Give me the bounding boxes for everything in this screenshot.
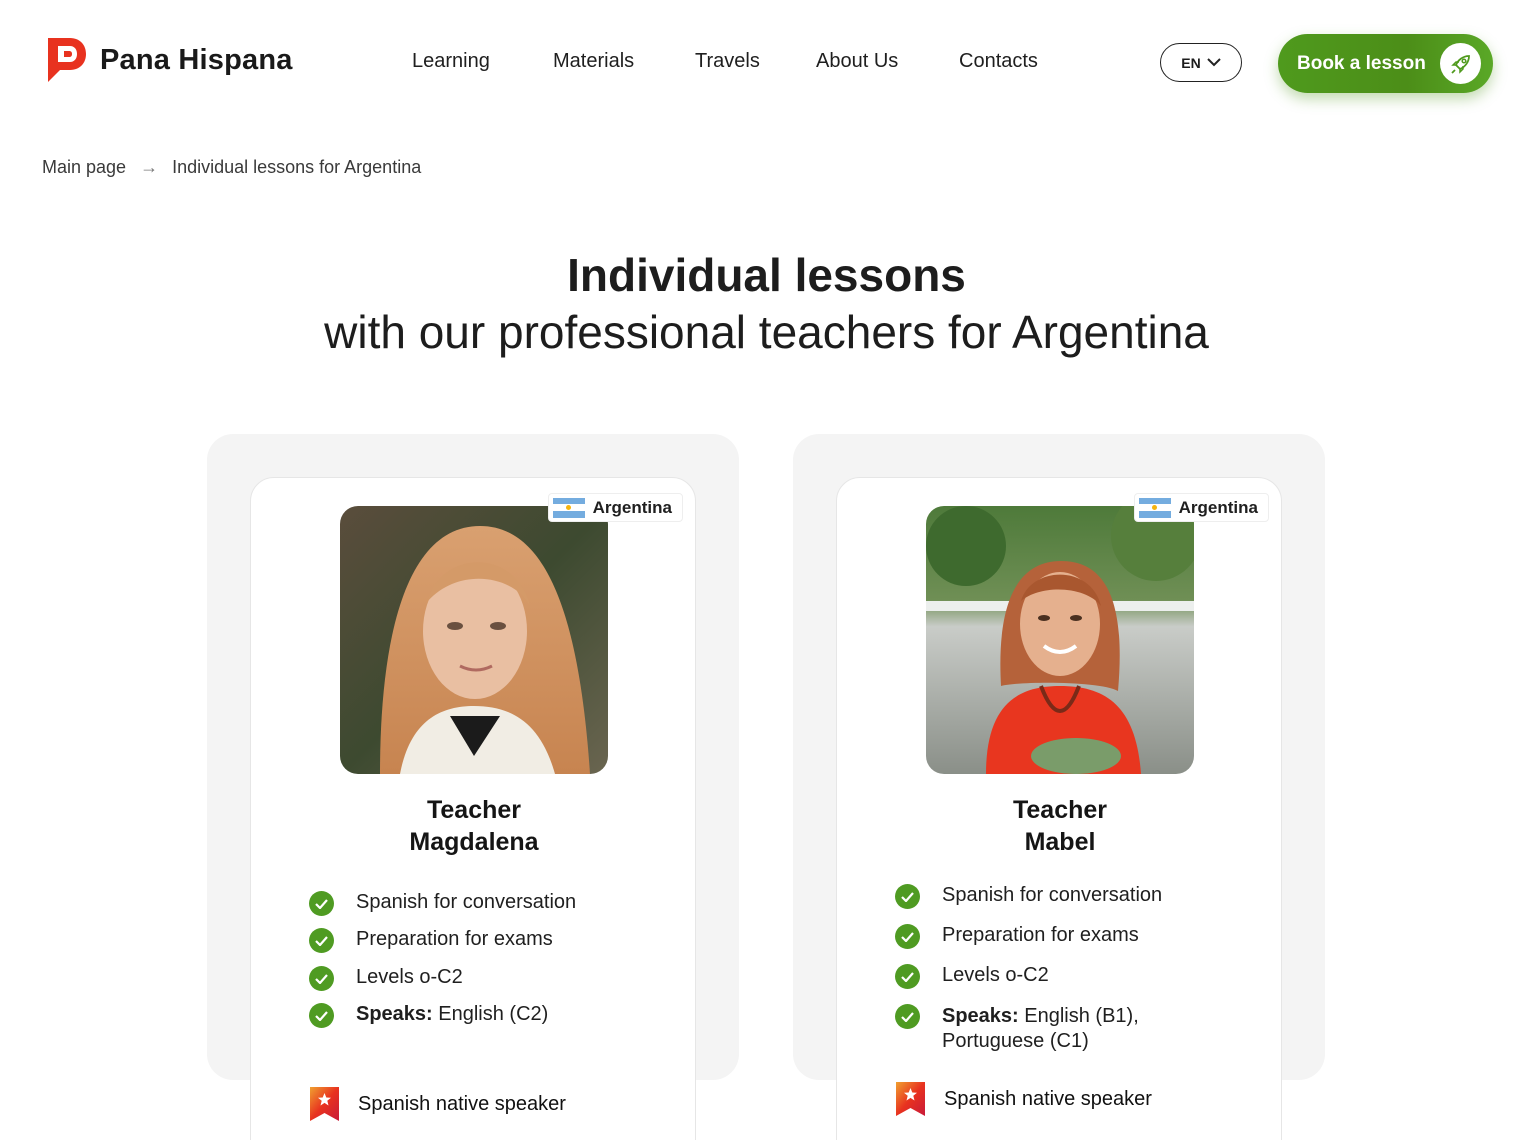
list-item: Levels o-C2 xyxy=(309,966,669,1003)
check-icon xyxy=(309,1003,334,1028)
speaks-value: English (C2) xyxy=(432,1003,549,1025)
feature-list: Spanish for conversation Preparation for… xyxy=(895,884,1255,1054)
feature-text: Preparation for exams xyxy=(942,924,1139,946)
nav-materials[interactable]: Materials xyxy=(553,50,634,73)
check-icon xyxy=(309,891,334,916)
list-item: Preparation for exams xyxy=(895,924,1255,964)
native-speaker-badge: Spanish native speaker xyxy=(895,1081,1152,1117)
country-label: Argentina xyxy=(592,497,672,517)
native-speaker-badge: Spanish native speaker xyxy=(309,1086,566,1122)
feature-text: Preparation for exams xyxy=(356,928,553,950)
argentina-flag-icon xyxy=(552,497,585,518)
native-speaker-label: Spanish native speaker xyxy=(358,1092,566,1115)
teacher-title: Teacher xyxy=(426,796,522,824)
check-icon xyxy=(309,928,334,953)
feature-text: Levels o-C2 xyxy=(356,966,463,988)
list-item: Levels o-C2 xyxy=(895,964,1255,1004)
language-label: EN xyxy=(1181,54,1201,71)
speaks-label: Speaks: xyxy=(942,1005,1019,1027)
speaks-label: Speaks: xyxy=(356,1003,433,1025)
brand-name: Pana Hispana xyxy=(100,43,293,76)
logo[interactable]: Pana Hispana xyxy=(42,36,293,84)
argentina-flag-icon xyxy=(1138,497,1171,518)
book-lesson-button[interactable]: Book a lesson xyxy=(1278,34,1493,93)
bookmark-star-icon xyxy=(310,1087,339,1121)
country-badge: Argentina xyxy=(1133,493,1269,522)
country-badge: Argentina xyxy=(547,493,683,522)
feature-list: Spanish for conversation Preparation for… xyxy=(309,891,669,1028)
check-icon xyxy=(895,1004,920,1029)
speaks-text: Speaks: English (B1), Portuguese (C1) xyxy=(942,1004,1139,1054)
feature-text: Levels o-C2 xyxy=(942,964,1049,986)
bookmark-star-icon xyxy=(896,1082,925,1116)
book-lesson-label: Book a lesson xyxy=(1297,52,1426,74)
breadcrumb: Main page → Individual lessons for Argen… xyxy=(42,157,421,178)
arrow-right-icon: → xyxy=(140,157,159,177)
speaks-text: Speaks: English (C2) xyxy=(356,1003,548,1026)
language-selector[interactable]: EN xyxy=(1160,43,1242,82)
teacher-first-name: Magdalena xyxy=(409,828,539,856)
teacher-name: Teacher Mabel xyxy=(837,794,1283,858)
page-title-rest: with our professional teachers for Argen… xyxy=(324,306,1209,358)
list-item: Spanish for conversation xyxy=(309,891,669,928)
teacher-first-name: Mabel xyxy=(1024,828,1096,856)
list-item: Speaks: English (B1), Portuguese (C1) xyxy=(895,1004,1255,1054)
list-item: Spanish for conversation xyxy=(895,884,1255,924)
country-label: Argentina xyxy=(1178,497,1258,517)
native-speaker-label: Spanish native speaker xyxy=(944,1087,1152,1110)
rocket-icon xyxy=(1440,43,1481,84)
nav-travels[interactable]: Travels xyxy=(695,50,760,73)
teacher-photo xyxy=(340,506,608,774)
nav-contacts[interactable]: Contacts xyxy=(959,50,1038,73)
page-title: Individual lessons with our professional… xyxy=(0,248,1533,362)
check-icon xyxy=(895,884,920,909)
check-icon xyxy=(895,924,920,949)
nav-about-us[interactable]: About Us xyxy=(816,50,898,73)
breadcrumb-home[interactable]: Main page xyxy=(42,157,126,178)
teacher-card[interactable]: Argentina Teacher Magdalena Spanish for … xyxy=(250,477,696,1140)
breadcrumb-current: Individual lessons for Argentina xyxy=(172,157,422,177)
teacher-card[interactable]: Argentina Teacher Mabel Spanish for conv… xyxy=(836,477,1282,1140)
check-icon xyxy=(895,964,920,989)
list-item: Speaks: English (C2) xyxy=(309,1003,669,1028)
chevron-down-icon xyxy=(1207,58,1221,67)
teacher-name: Teacher Magdalena xyxy=(251,794,697,858)
teacher-photo xyxy=(926,506,1194,774)
feature-text: Spanish for conversation xyxy=(356,891,577,913)
check-icon xyxy=(309,966,334,991)
site-header: Pana Hispana Learning Materials Travels … xyxy=(0,0,1533,125)
speaks-value: English (B1), xyxy=(1018,1005,1139,1027)
feature-text: Spanish for conversation xyxy=(942,884,1163,906)
list-item: Preparation for exams xyxy=(309,928,669,966)
page-title-bold: Individual lessons xyxy=(567,249,966,301)
speaks-value-2: Portuguese (C1) xyxy=(942,1030,1089,1052)
teacher-title: Teacher xyxy=(1012,796,1108,824)
nav-learning[interactable]: Learning xyxy=(412,50,490,73)
logo-icon xyxy=(48,38,86,82)
